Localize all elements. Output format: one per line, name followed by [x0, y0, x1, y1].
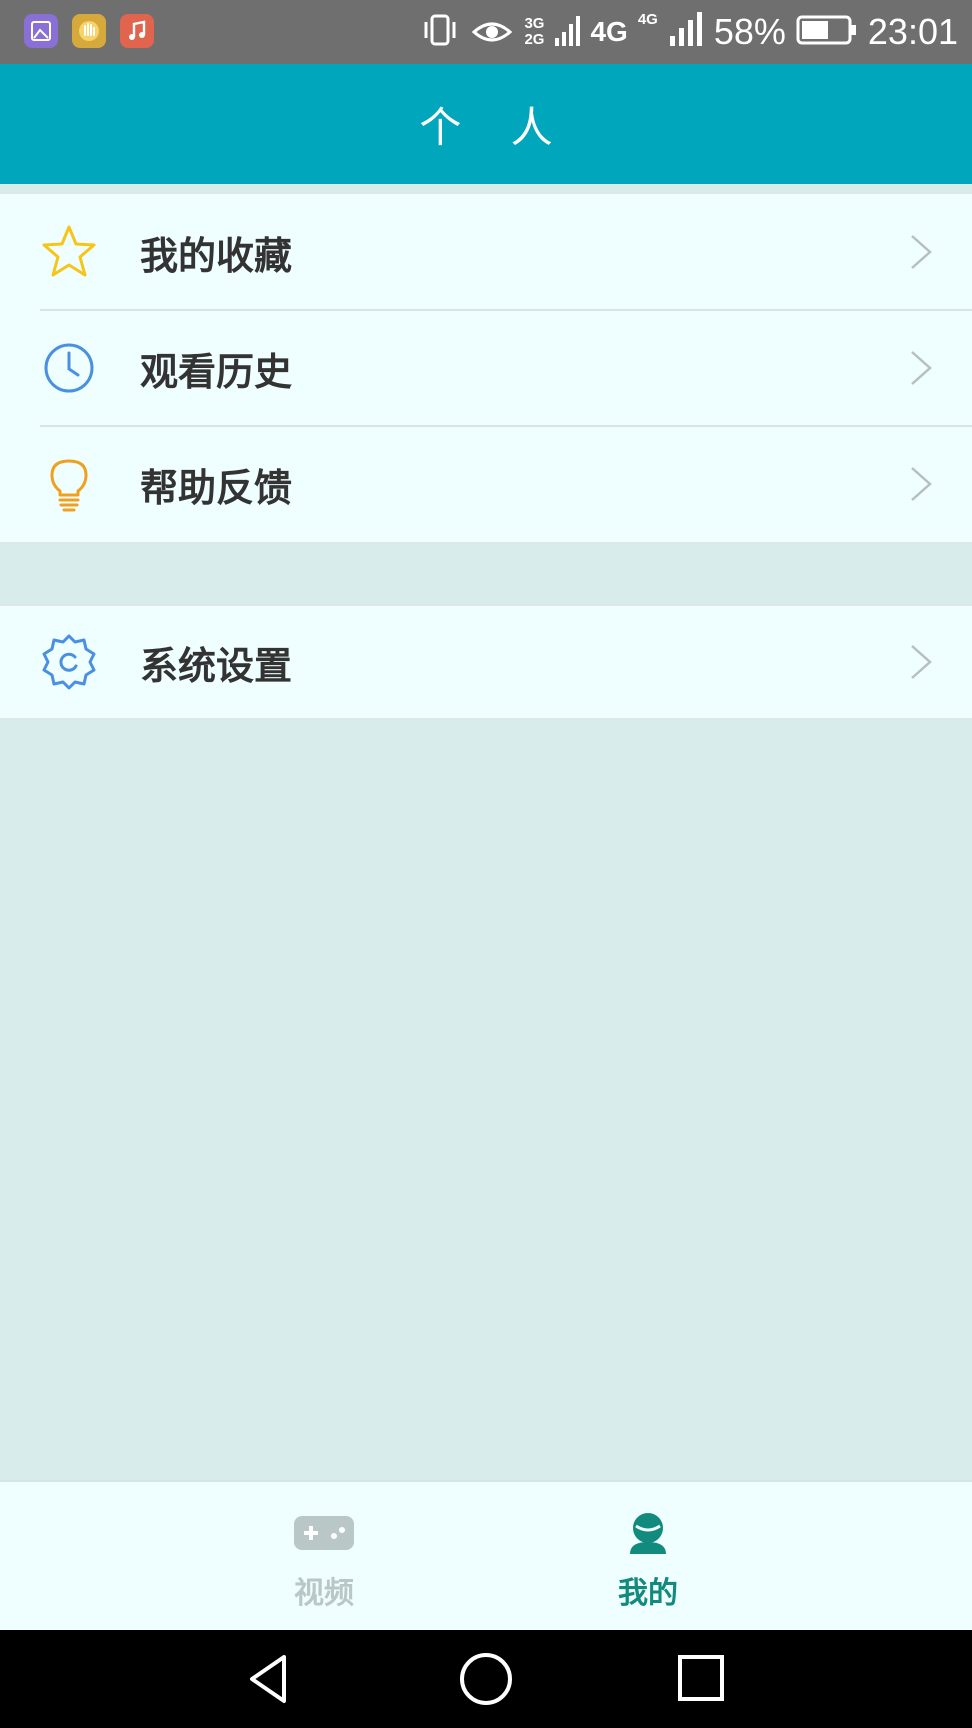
bottom-tab-bar: 视频 我的: [0, 1480, 972, 1632]
battery-icon: [796, 14, 858, 50]
menu-item-favorites[interactable]: 我的收藏: [0, 194, 972, 310]
signal-4g-small-label: 4G: [637, 11, 658, 28]
music-icon: [120, 14, 154, 48]
gear-icon: [40, 633, 98, 691]
lightbulb-icon: [40, 455, 98, 513]
eye-comfort-icon: [470, 10, 514, 54]
clock-time: 23:01: [867, 11, 958, 52]
signal-3g-2g: 3G 2G: [524, 16, 544, 48]
favorites-label: 我的收藏: [140, 233, 293, 278]
help-feedback-label: 帮助反馈: [140, 465, 293, 510]
settings-label: 系统设置: [140, 643, 293, 688]
menu-group-main: 我的收藏 观看历史 帮助反馈: [0, 192, 972, 544]
tab-video-label: 视频: [294, 1576, 354, 1611]
system-nav-bar: [0, 1630, 972, 1728]
vibrate-icon: [420, 10, 460, 54]
star-icon: [40, 223, 98, 281]
chevron-right-icon: [911, 467, 932, 501]
menu-item-settings[interactable]: 系统设置: [0, 606, 972, 718]
back-icon[interactable]: [240, 1649, 300, 1709]
menu-item-help-feedback[interactable]: 帮助反馈: [0, 425, 972, 542]
recents-icon[interactable]: [672, 1649, 732, 1709]
tab-mine[interactable]: 我的: [548, 1482, 748, 1632]
clock-icon: [40, 339, 98, 397]
menu-item-history[interactable]: 观看历史: [0, 309, 972, 426]
signal-strength-icon: [668, 10, 704, 54]
tab-video[interactable]: 视频: [224, 1482, 424, 1632]
gallery-icon: [24, 14, 58, 48]
signal-4g-label: 4G: [590, 16, 628, 47]
signal-bars-icon: [554, 10, 581, 54]
chevron-right-icon: [911, 645, 932, 679]
hand-icon: [72, 14, 106, 48]
home-icon[interactable]: [456, 1649, 516, 1709]
menu-group-settings: 系统设置: [0, 604, 972, 720]
user-icon: [630, 1513, 666, 1554]
signal-3g-label: 3G: [524, 15, 545, 32]
status-bar: 3G 2G 4G 4G 58% 23:01: [0, 0, 972, 64]
history-label: 观看历史: [140, 349, 293, 394]
app-header: 个 人: [0, 64, 972, 184]
page-title: 个 人: [419, 102, 571, 152]
battery-percent: 58%: [713, 11, 786, 52]
tab-mine-label: 我的: [618, 1576, 678, 1611]
chevron-right-icon: [911, 351, 932, 385]
gamepad-icon: [294, 1516, 354, 1550]
signal-2g-label: 2G: [524, 31, 545, 48]
chevron-right-icon: [911, 235, 932, 269]
